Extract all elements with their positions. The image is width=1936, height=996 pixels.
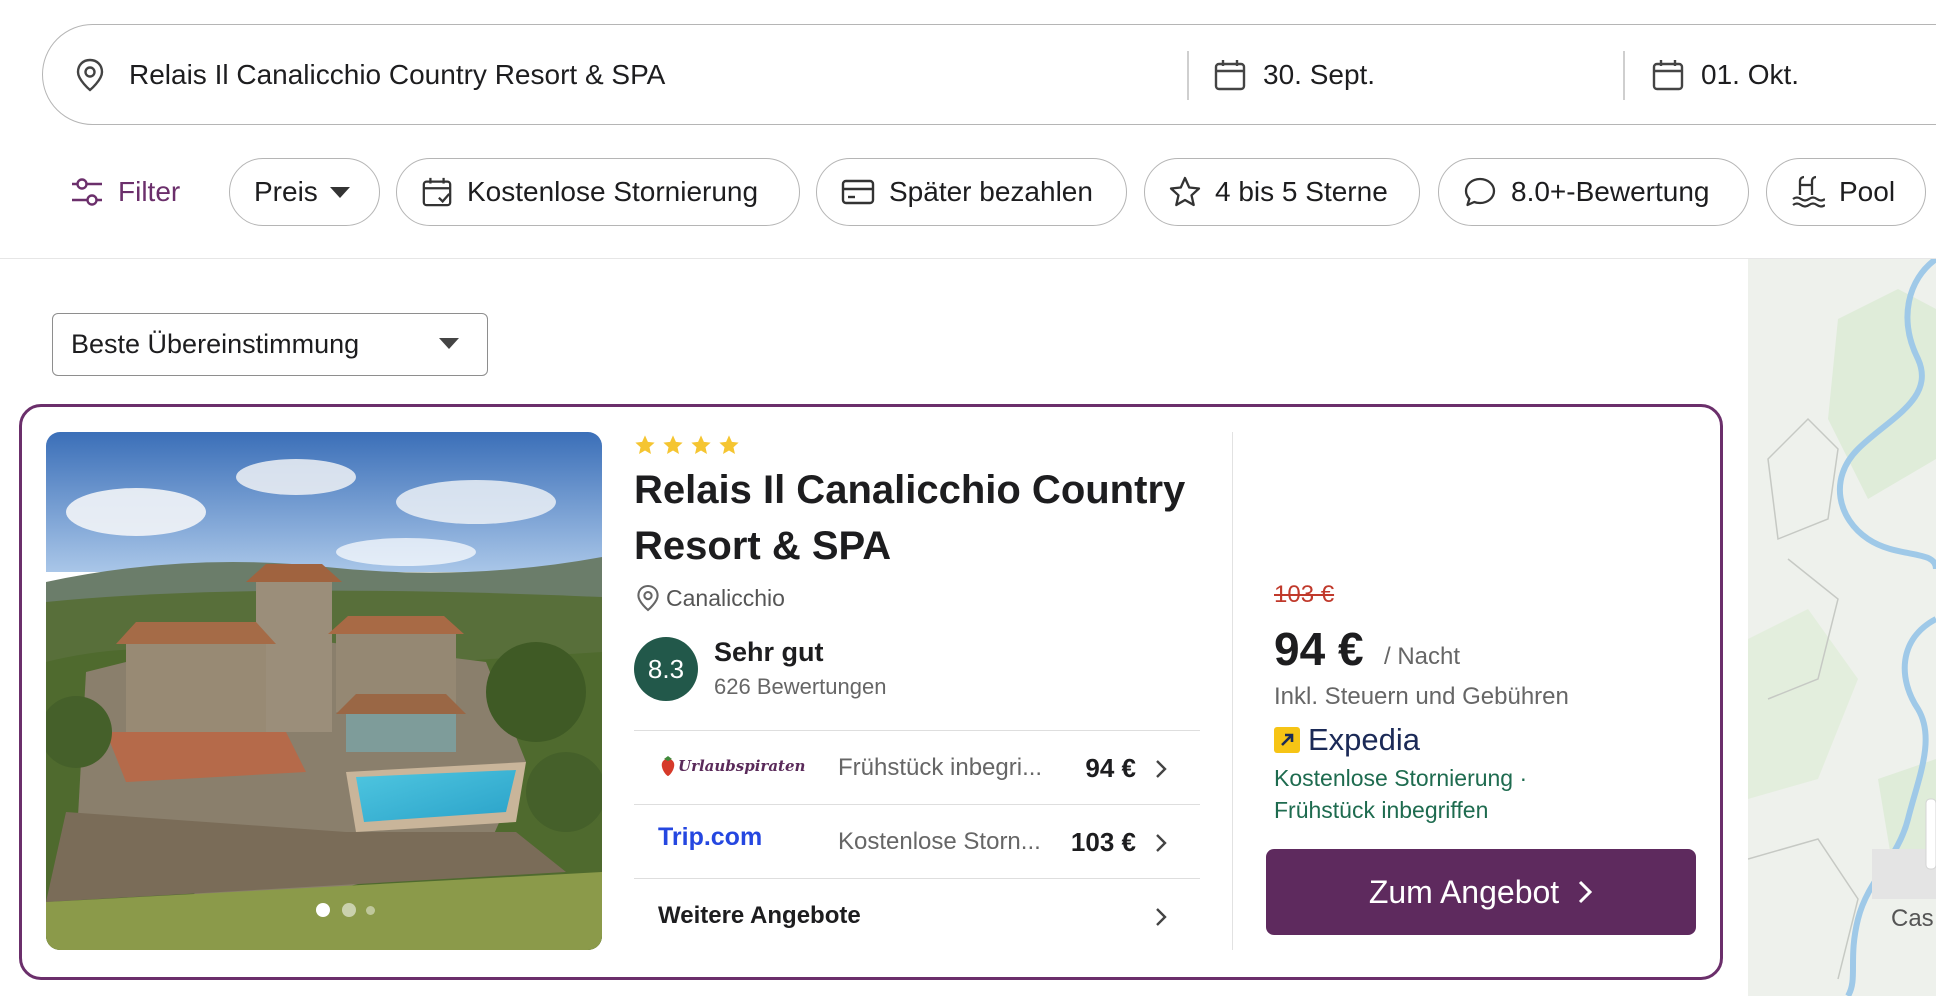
chevron-right-icon: [1156, 908, 1167, 926]
star-icon: [663, 435, 683, 454]
sort-dropdown[interactable]: Beste Übereinstimmung: [52, 313, 488, 376]
caret-down-icon: [329, 186, 350, 198]
sliders-icon: [72, 178, 102, 206]
urlaubspiraten-logo: Urlaubspiraten: [660, 755, 805, 777]
divider: [1187, 51, 1189, 100]
star-outline-icon: [1169, 176, 1201, 207]
location-pin-icon: [76, 58, 104, 92]
filter-label: Filter: [118, 176, 181, 207]
speech-bubble-icon: [1464, 177, 1496, 207]
star-icon: [719, 435, 739, 454]
checkout-field[interactable]: 01. Okt.: [1651, 25, 1799, 124]
chip-label: Kostenlose Stornierung: [467, 176, 759, 207]
map-place-label: Cas: [1891, 905, 1934, 932]
pool-icon: [1792, 175, 1825, 208]
offer-description: Kostenlose Storn...: [838, 828, 1041, 855]
location-label: Canalicchio: [666, 584, 785, 611]
tripcom-logo: Trip.com: [658, 823, 763, 851]
map-graphic: [1748, 259, 1936, 996]
benefit-line: Kostenlose Stornierung ·: [1274, 765, 1528, 791]
star-icon: [691, 435, 711, 454]
checkout-value: 01. Okt.: [1701, 58, 1800, 90]
chip-label: Pool: [1839, 176, 1896, 207]
chevron-right-icon: [1156, 760, 1167, 778]
hotel-photo-graphic: [46, 432, 602, 950]
strawberry-icon: [661, 756, 675, 776]
checkin-value: 30. Sept.: [1263, 58, 1376, 90]
destination-value: Relais Il Canalicchio Country Resort & S…: [129, 58, 666, 90]
review-count[interactable]: 626 Bewertungen: [714, 674, 886, 700]
chip-label: 4 bis 5 Sterne: [1215, 176, 1388, 207]
offer-row[interactable]: Trip.com Kostenlose Storn... 103 €: [634, 805, 1200, 879]
benefits: Kostenlose Stornierung · Frühstück inbeg…: [1274, 762, 1527, 826]
calendar-icon: [1214, 59, 1246, 90]
chip-free-cancellation[interactable]: Kostenlose Stornierung: [396, 158, 800, 226]
offer-price: 94 €: [1085, 752, 1136, 783]
star-rating: [634, 434, 740, 456]
credit-card-icon: [841, 179, 875, 205]
chip-stars[interactable]: 4 bis 5 Sterne: [1144, 158, 1420, 226]
divider: [0, 258, 1936, 259]
chip-rating[interactable]: 8.0+-Bewertung: [1438, 158, 1749, 226]
chip-label: 8.0+-Bewertung: [1511, 176, 1710, 207]
more-offers-label: Weitere Angebote: [658, 902, 861, 929]
checkin-field[interactable]: 30. Sept.: [1213, 25, 1375, 124]
per-night-label: / Nacht: [1384, 643, 1461, 670]
calendar-check-icon: [422, 177, 452, 207]
destination-field[interactable]: Relais Il Canalicchio Country Resort & S…: [75, 25, 665, 124]
view-deal-button[interactable]: Zum Angebot: [1266, 849, 1696, 935]
chevron-right-icon: [1579, 880, 1593, 904]
divider: [1232, 432, 1233, 950]
calendar-icon: [1652, 59, 1684, 90]
chip-label: Später bezahlen: [889, 176, 1093, 207]
deal-provider: Expedia: [1274, 722, 1420, 758]
chip-price[interactable]: Preis: [229, 158, 380, 226]
sort-value: Beste Übereinstimmung: [71, 329, 360, 359]
divider: [1623, 51, 1625, 100]
filter-button[interactable]: Filter: [70, 158, 180, 226]
search-bar[interactable]: Relais Il Canalicchio Country Resort & S…: [42, 24, 1936, 125]
hotel-location: Canalicchio: [636, 584, 785, 612]
carousel-dot[interactable]: [342, 903, 356, 917]
carousel-dot-active[interactable]: [316, 903, 330, 917]
chevron-right-icon: [1156, 834, 1167, 852]
carousel-dot[interactable]: [366, 906, 375, 915]
offer-price: 103 €: [1070, 826, 1136, 857]
more-offers-row[interactable]: Weitere Angebote: [634, 879, 1200, 953]
star-icon: [635, 435, 655, 454]
benefit-line: Frühstück inbegriffen: [1274, 797, 1489, 823]
map[interactable]: Cas: [1748, 259, 1936, 996]
deal-provider-name: Expedia: [1308, 722, 1421, 757]
chip-label: Preis: [254, 176, 318, 207]
provider-name: Urlaubspiraten: [678, 757, 806, 775]
expedia-logo-icon: [1274, 727, 1300, 753]
hotel-name[interactable]: Relais Il Canalicchio Country Resort & S…: [634, 462, 1194, 574]
chip-pay-later[interactable]: Später bezahlen: [816, 158, 1127, 226]
hotel-photo[interactable]: [46, 432, 602, 950]
price: 94 €: [1274, 623, 1364, 675]
price-note: Inkl. Steuern und Gebühren: [1274, 683, 1569, 710]
offer-description: Frühstück inbegri...: [838, 754, 1043, 781]
caret-down-icon: [439, 338, 459, 349]
location-pin-icon: [637, 584, 659, 612]
cta-label: Zum Angebot: [1368, 873, 1560, 910]
score-badge: 8.3: [634, 637, 698, 701]
chip-pool[interactable]: Pool: [1766, 158, 1926, 226]
rating-word: Sehr gut: [714, 637, 824, 667]
filter-bar: Filter Preis Kostenlose Stornierung Spät…: [0, 158, 1936, 226]
old-price: 103 €: [1274, 581, 1335, 608]
offer-row[interactable]: Urlaubspiraten Frühstück inbegri... 94 €: [634, 731, 1200, 805]
